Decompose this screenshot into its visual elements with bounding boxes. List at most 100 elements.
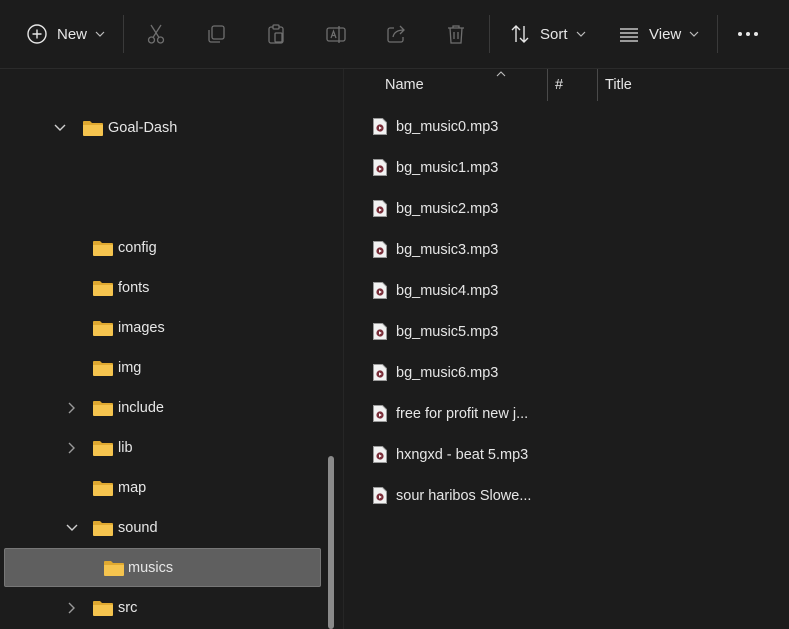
file-row[interactable]: bg_music3.mp3 xyxy=(345,229,789,270)
tree-item-config[interactable]: config xyxy=(0,228,320,268)
audio-file-icon xyxy=(373,405,387,422)
tree-item-fonts[interactable]: fonts xyxy=(0,268,320,308)
folder-icon xyxy=(93,360,113,376)
folder-icon xyxy=(93,600,113,616)
cut-button[interactable] xyxy=(144,0,168,68)
new-label: New xyxy=(57,25,88,43)
file-list: Name # Title bg_music0.mp3 bg_music1.mp3… xyxy=(345,69,789,629)
column-header-title[interactable]: Title xyxy=(605,69,785,101)
folder-icon xyxy=(93,240,113,256)
chevron-right-icon[interactable] xyxy=(64,400,80,416)
file-row[interactable]: bg_music2.mp3 xyxy=(345,188,789,229)
file-row[interactable]: bg_music4.mp3 xyxy=(345,270,789,311)
scrollbar-thumb[interactable] xyxy=(328,456,334,629)
file-row[interactable]: sour haribos Slowe... xyxy=(345,475,789,516)
folder-icon xyxy=(93,280,113,296)
tree-item-label: fonts xyxy=(118,280,150,296)
rename-button[interactable] xyxy=(324,0,348,68)
file-row[interactable]: bg_music6.mp3 xyxy=(345,352,789,393)
tree-item-lib[interactable]: lib xyxy=(0,428,320,468)
tree-item-label: src xyxy=(118,600,138,616)
audio-file-icon xyxy=(373,200,387,217)
tree-item-musics[interactable]: musics xyxy=(0,548,320,588)
tree-item-label: sound xyxy=(118,520,158,536)
column-separator[interactable] xyxy=(547,69,548,101)
folder-icon xyxy=(93,400,113,416)
sort-label: Sort xyxy=(540,25,568,43)
chevron-right-icon[interactable] xyxy=(64,600,80,616)
tree-item-label: img xyxy=(118,360,142,376)
tree-item-img[interactable]: img xyxy=(0,348,320,388)
chevron-down-icon xyxy=(576,31,586,37)
file-name: bg_music0.mp3 xyxy=(396,118,499,135)
chevron-down-icon xyxy=(689,31,699,37)
file-name: sour haribos Slowe... xyxy=(396,487,532,504)
audio-file-icon xyxy=(373,241,387,258)
tree-item-label: lib xyxy=(118,440,133,456)
file-name: bg_music4.mp3 xyxy=(396,282,499,299)
folder-icon xyxy=(93,440,113,456)
tree-item-sound[interactable]: sound xyxy=(0,508,320,548)
audio-file-icon xyxy=(373,323,387,340)
audio-file-icon xyxy=(373,159,387,176)
tree-item-map[interactable]: map xyxy=(0,468,320,508)
tree-item-images[interactable]: images xyxy=(0,308,320,348)
toolbar-separator xyxy=(717,15,718,53)
file-name: bg_music3.mp3 xyxy=(396,241,499,258)
audio-file-icon xyxy=(373,487,387,504)
file-name: free for profit new j... xyxy=(396,405,529,422)
sidebar-scrollbar[interactable] xyxy=(328,456,334,629)
chevron-down-icon[interactable] xyxy=(64,520,80,536)
file-name: bg_music5.mp3 xyxy=(396,323,499,340)
delete-button[interactable] xyxy=(444,0,468,68)
file-row[interactable]: bg_music1.mp3 xyxy=(345,147,789,188)
audio-file-icon xyxy=(373,446,387,463)
copy-button[interactable] xyxy=(204,0,228,68)
column-header-name[interactable]: Name xyxy=(385,69,547,101)
file-row[interactable]: hxngxd - beat 5.mp3 xyxy=(345,434,789,475)
chevron-right-icon[interactable] xyxy=(64,440,80,456)
file-row[interactable]: free for profit new j... xyxy=(345,393,789,434)
tree-item-label: include xyxy=(118,400,164,416)
column-header-label: # xyxy=(555,77,564,93)
view-lines-icon xyxy=(617,22,641,46)
column-separator[interactable] xyxy=(597,69,598,101)
tree-item-label: map xyxy=(118,480,147,496)
pane-divider[interactable] xyxy=(343,69,344,629)
chevron-down-icon xyxy=(95,31,105,37)
audio-file-icon xyxy=(373,364,387,381)
file-name: bg_music6.mp3 xyxy=(396,364,499,381)
tree-item-include[interactable]: include xyxy=(0,388,320,428)
sort-button[interactable]: Sort xyxy=(508,0,586,68)
column-header-label: Name xyxy=(385,77,424,93)
clipboard-icon xyxy=(264,22,288,46)
file-row[interactable]: bg_music0.mp3 xyxy=(345,106,789,147)
folder-icon xyxy=(93,320,113,336)
chevron-down-icon[interactable] xyxy=(52,120,68,136)
sort-arrows-icon xyxy=(508,22,532,46)
folder-icon xyxy=(83,120,103,136)
audio-file-icon xyxy=(373,282,387,299)
folder-icon xyxy=(93,520,113,536)
more-options-button[interactable] xyxy=(736,0,760,68)
navigation-pane: Goal-Dash config fonts images img includ… xyxy=(0,69,338,629)
folder-icon xyxy=(93,480,113,496)
tree-item-goal-dash[interactable]: Goal-Dash xyxy=(0,108,320,148)
folder-icon xyxy=(104,560,124,576)
column-header-number[interactable]: # xyxy=(555,69,597,101)
file-row[interactable]: bg_music5.mp3 xyxy=(345,311,789,352)
paste-button[interactable] xyxy=(264,0,288,68)
view-button[interactable]: View xyxy=(617,0,699,68)
tree-item-src[interactable]: src xyxy=(0,588,320,628)
file-name: hxngxd - beat 5.mp3 xyxy=(396,446,529,463)
sort-ascending-icon xyxy=(496,65,506,81)
tree-item-label: Goal-Dash xyxy=(108,120,178,136)
file-name: bg_music1.mp3 xyxy=(396,159,499,176)
toolbar-separator xyxy=(489,15,490,53)
new-button[interactable]: New xyxy=(25,0,105,68)
share-button[interactable] xyxy=(384,0,408,68)
plus-circle-icon xyxy=(25,22,49,46)
audio-file-icon xyxy=(373,118,387,135)
tree-item-label: config xyxy=(118,240,157,256)
share-icon xyxy=(384,22,408,46)
